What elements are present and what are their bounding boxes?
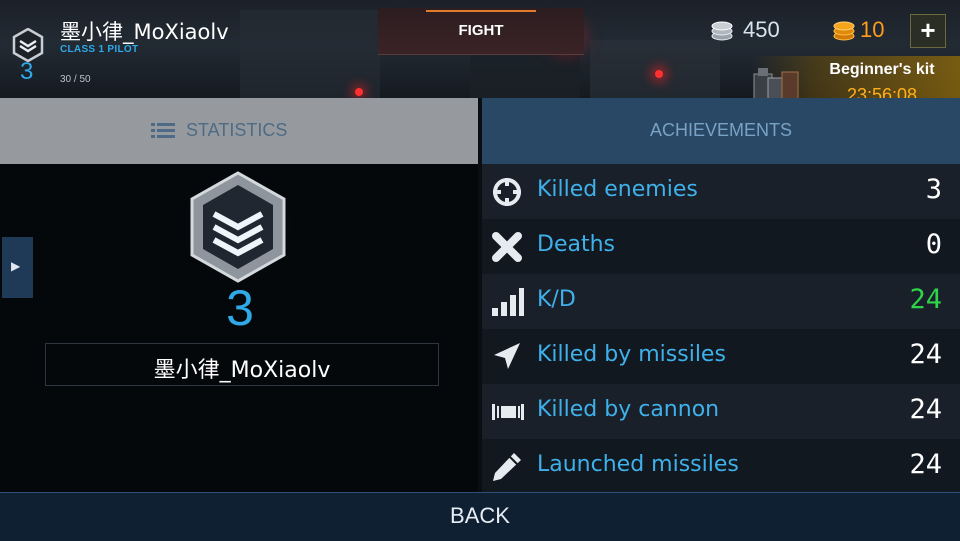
kit-title: Beginner's kit <box>829 61 935 78</box>
player-class: CLASS 1 PILOT <box>60 44 139 55</box>
fight-label: FIGHT <box>458 22 504 39</box>
crosshair-icon <box>493 178 521 206</box>
player-name: 墨小律_MoXiaolv <box>60 20 229 44</box>
stat-row-launched-missiles: Launched missiles 24 <box>482 439 960 492</box>
stat-row-killed-enemies: Killed enemies 3 <box>482 164 960 219</box>
background-light <box>355 88 363 96</box>
arrow-right-icon: ▶ <box>11 259 21 273</box>
silver-amount: 450 <box>743 17 780 42</box>
profile-rank-number: 3 <box>226 280 254 336</box>
stat-label: Deaths <box>537 232 615 257</box>
rank-badge-icon <box>12 28 44 62</box>
top-bar: 3 墨小律_MoXiaolv CLASS 1 PILOT 30 / 50 FIG… <box>0 0 960 98</box>
stat-value: 3 <box>925 174 942 205</box>
kit-timer: 23:56:08 <box>846 85 918 98</box>
expand-side-button[interactable]: ▶ <box>2 237 33 298</box>
back-label: BACK <box>450 503 510 528</box>
silver-coins-icon <box>711 21 733 41</box>
stat-row-killed-by-missiles: Killed by missiles 24 <box>482 329 960 384</box>
profile-name: 墨小律_MoXiaolv <box>153 358 331 383</box>
fight-button[interactable]: FIGHT <box>378 8 584 55</box>
add-currency-button[interactable]: + <box>910 14 946 48</box>
tab-achievements-label: ACHIEVEMENTS <box>649 120 793 140</box>
stat-label: Killed by cannon <box>537 397 720 422</box>
fight-accent-line <box>426 10 536 12</box>
pencil-icon <box>493 453 521 481</box>
gold-amount: 10 <box>860 17 885 42</box>
background-panel <box>240 10 380 98</box>
kit-crate-icon <box>753 68 799 98</box>
stat-value: 0 <box>925 229 942 260</box>
tab-statistics-label: STATISTICS <box>186 120 288 140</box>
profile-name-box: 墨小律_MoXiaolv <box>45 343 439 386</box>
tab-statistics[interactable]: STATISTICS <box>0 98 478 164</box>
bars-icon <box>492 288 524 316</box>
rank-insignia-icon <box>186 171 290 283</box>
gold-coins-icon <box>833 21 855 41</box>
stat-label: Killed enemies <box>537 177 698 202</box>
rank-number: 3 <box>20 58 34 85</box>
background-panel <box>470 55 580 98</box>
cannon-icon <box>492 404 524 420</box>
stat-label: Killed by missiles <box>537 342 726 367</box>
cross-icon <box>492 232 522 262</box>
xp-progress-text: 30 / 50 <box>60 74 91 85</box>
statistics-list: Killed enemies 3 Deaths 0 K/D 24 Killed … <box>482 164 960 492</box>
background-light <box>655 70 663 78</box>
tab-achievements[interactable]: ACHIEVEMENTS <box>482 98 960 164</box>
stat-value: 24 <box>909 394 942 425</box>
stat-label: Launched missiles <box>537 452 739 477</box>
stat-value: 24 <box>909 284 942 315</box>
stat-row-deaths: Deaths 0 <box>482 219 960 274</box>
stat-value: 24 <box>909 339 942 370</box>
stat-value: 24 <box>909 449 942 480</box>
stat-row-killed-by-cannon: Killed by cannon 24 <box>482 384 960 439</box>
stat-label: K/D <box>537 287 576 312</box>
missile-icon <box>494 343 520 369</box>
list-icon <box>151 123 175 138</box>
background-panel <box>590 40 720 98</box>
beginners-kit-offer[interactable]: Beginner's kit 23:56:08 <box>752 56 960 98</box>
stat-row-kd: K/D 24 <box>482 274 960 329</box>
back-button[interactable]: BACK <box>0 492 960 541</box>
